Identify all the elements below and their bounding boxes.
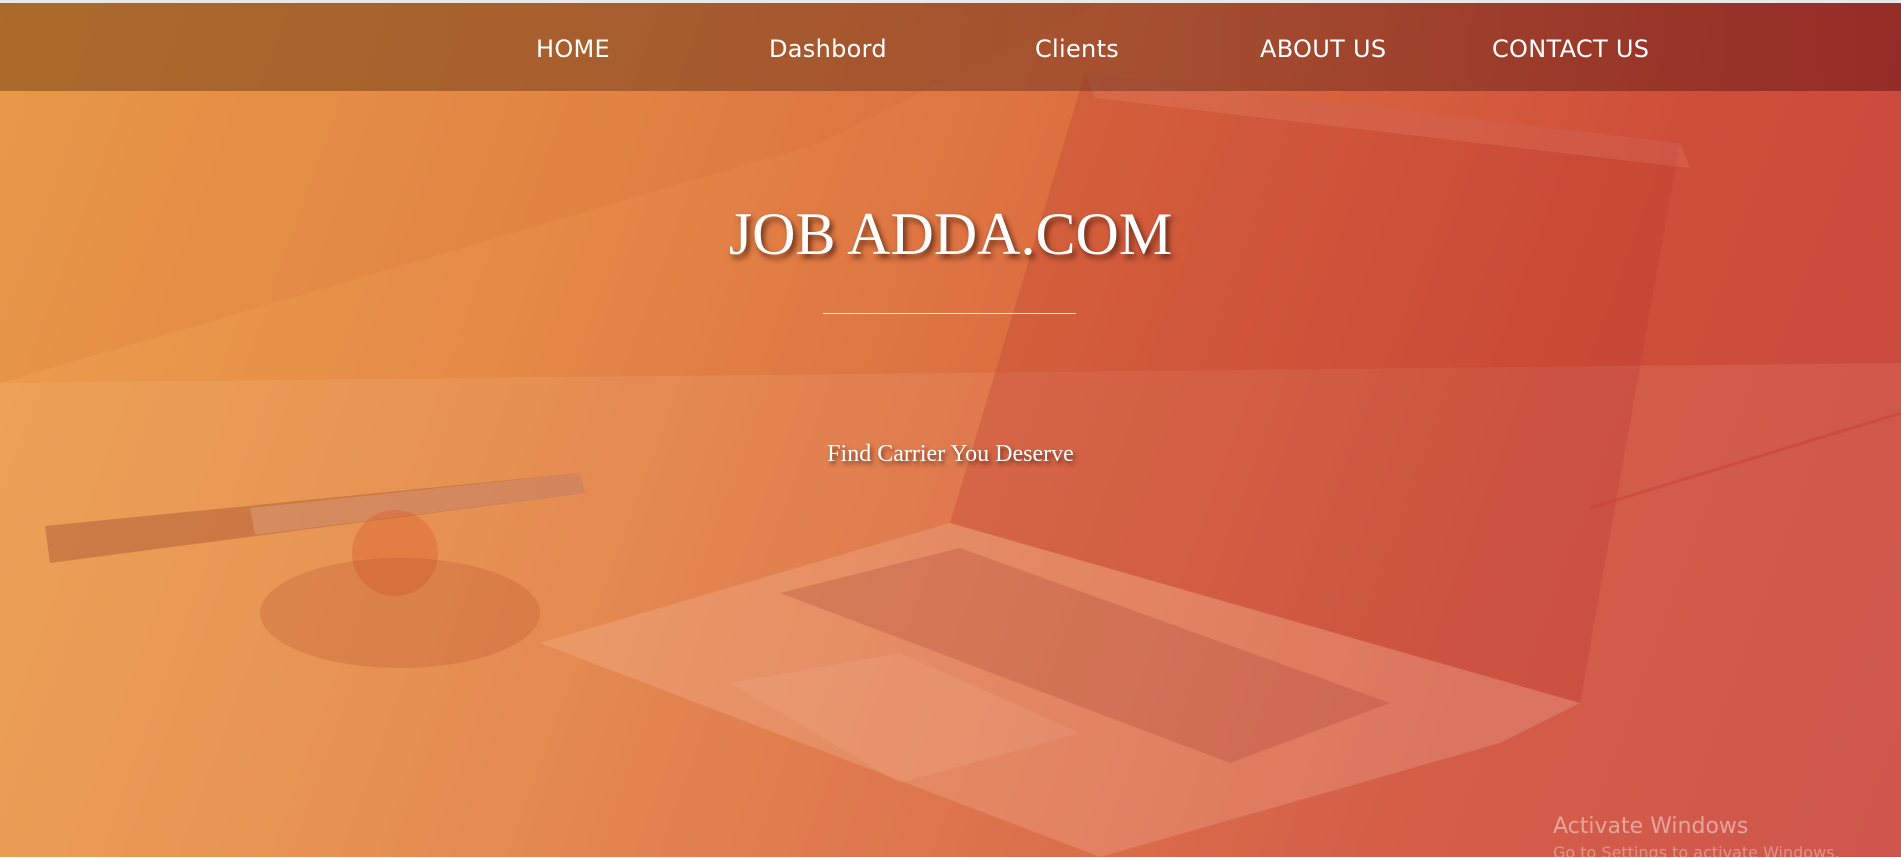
nav-home-link[interactable]: HOME	[536, 33, 610, 65]
title-divider	[823, 313, 1076, 314]
nav-dashboard-link[interactable]: Dashbord	[769, 33, 887, 65]
nav-clients-link[interactable]: Clients	[1035, 33, 1119, 65]
os-activation-watermark-subtitle: Go to Settings to activate Windows.	[1553, 843, 1840, 857]
laptop-desk-background-image	[0, 3, 1901, 857]
nav-contact-us-link[interactable]: CONTACT US	[1492, 33, 1649, 65]
page: JOB ADDA.COM Find Carrier You Deserve Ac…	[0, 0, 1901, 858]
hero-section: JOB ADDA.COM Find Carrier You Deserve Ac…	[0, 3, 1901, 857]
nav-about-us-link[interactable]: ABOUT US	[1260, 33, 1386, 65]
top-navbar: HOME Dashbord Clients ABOUT US CONTACT U…	[0, 3, 1901, 91]
os-activation-watermark: Activate Windows	[1553, 814, 1749, 839]
site-tagline: Find Carrier You Deserve	[827, 441, 1074, 467]
site-title: JOB ADDA.COM	[728, 201, 1173, 267]
